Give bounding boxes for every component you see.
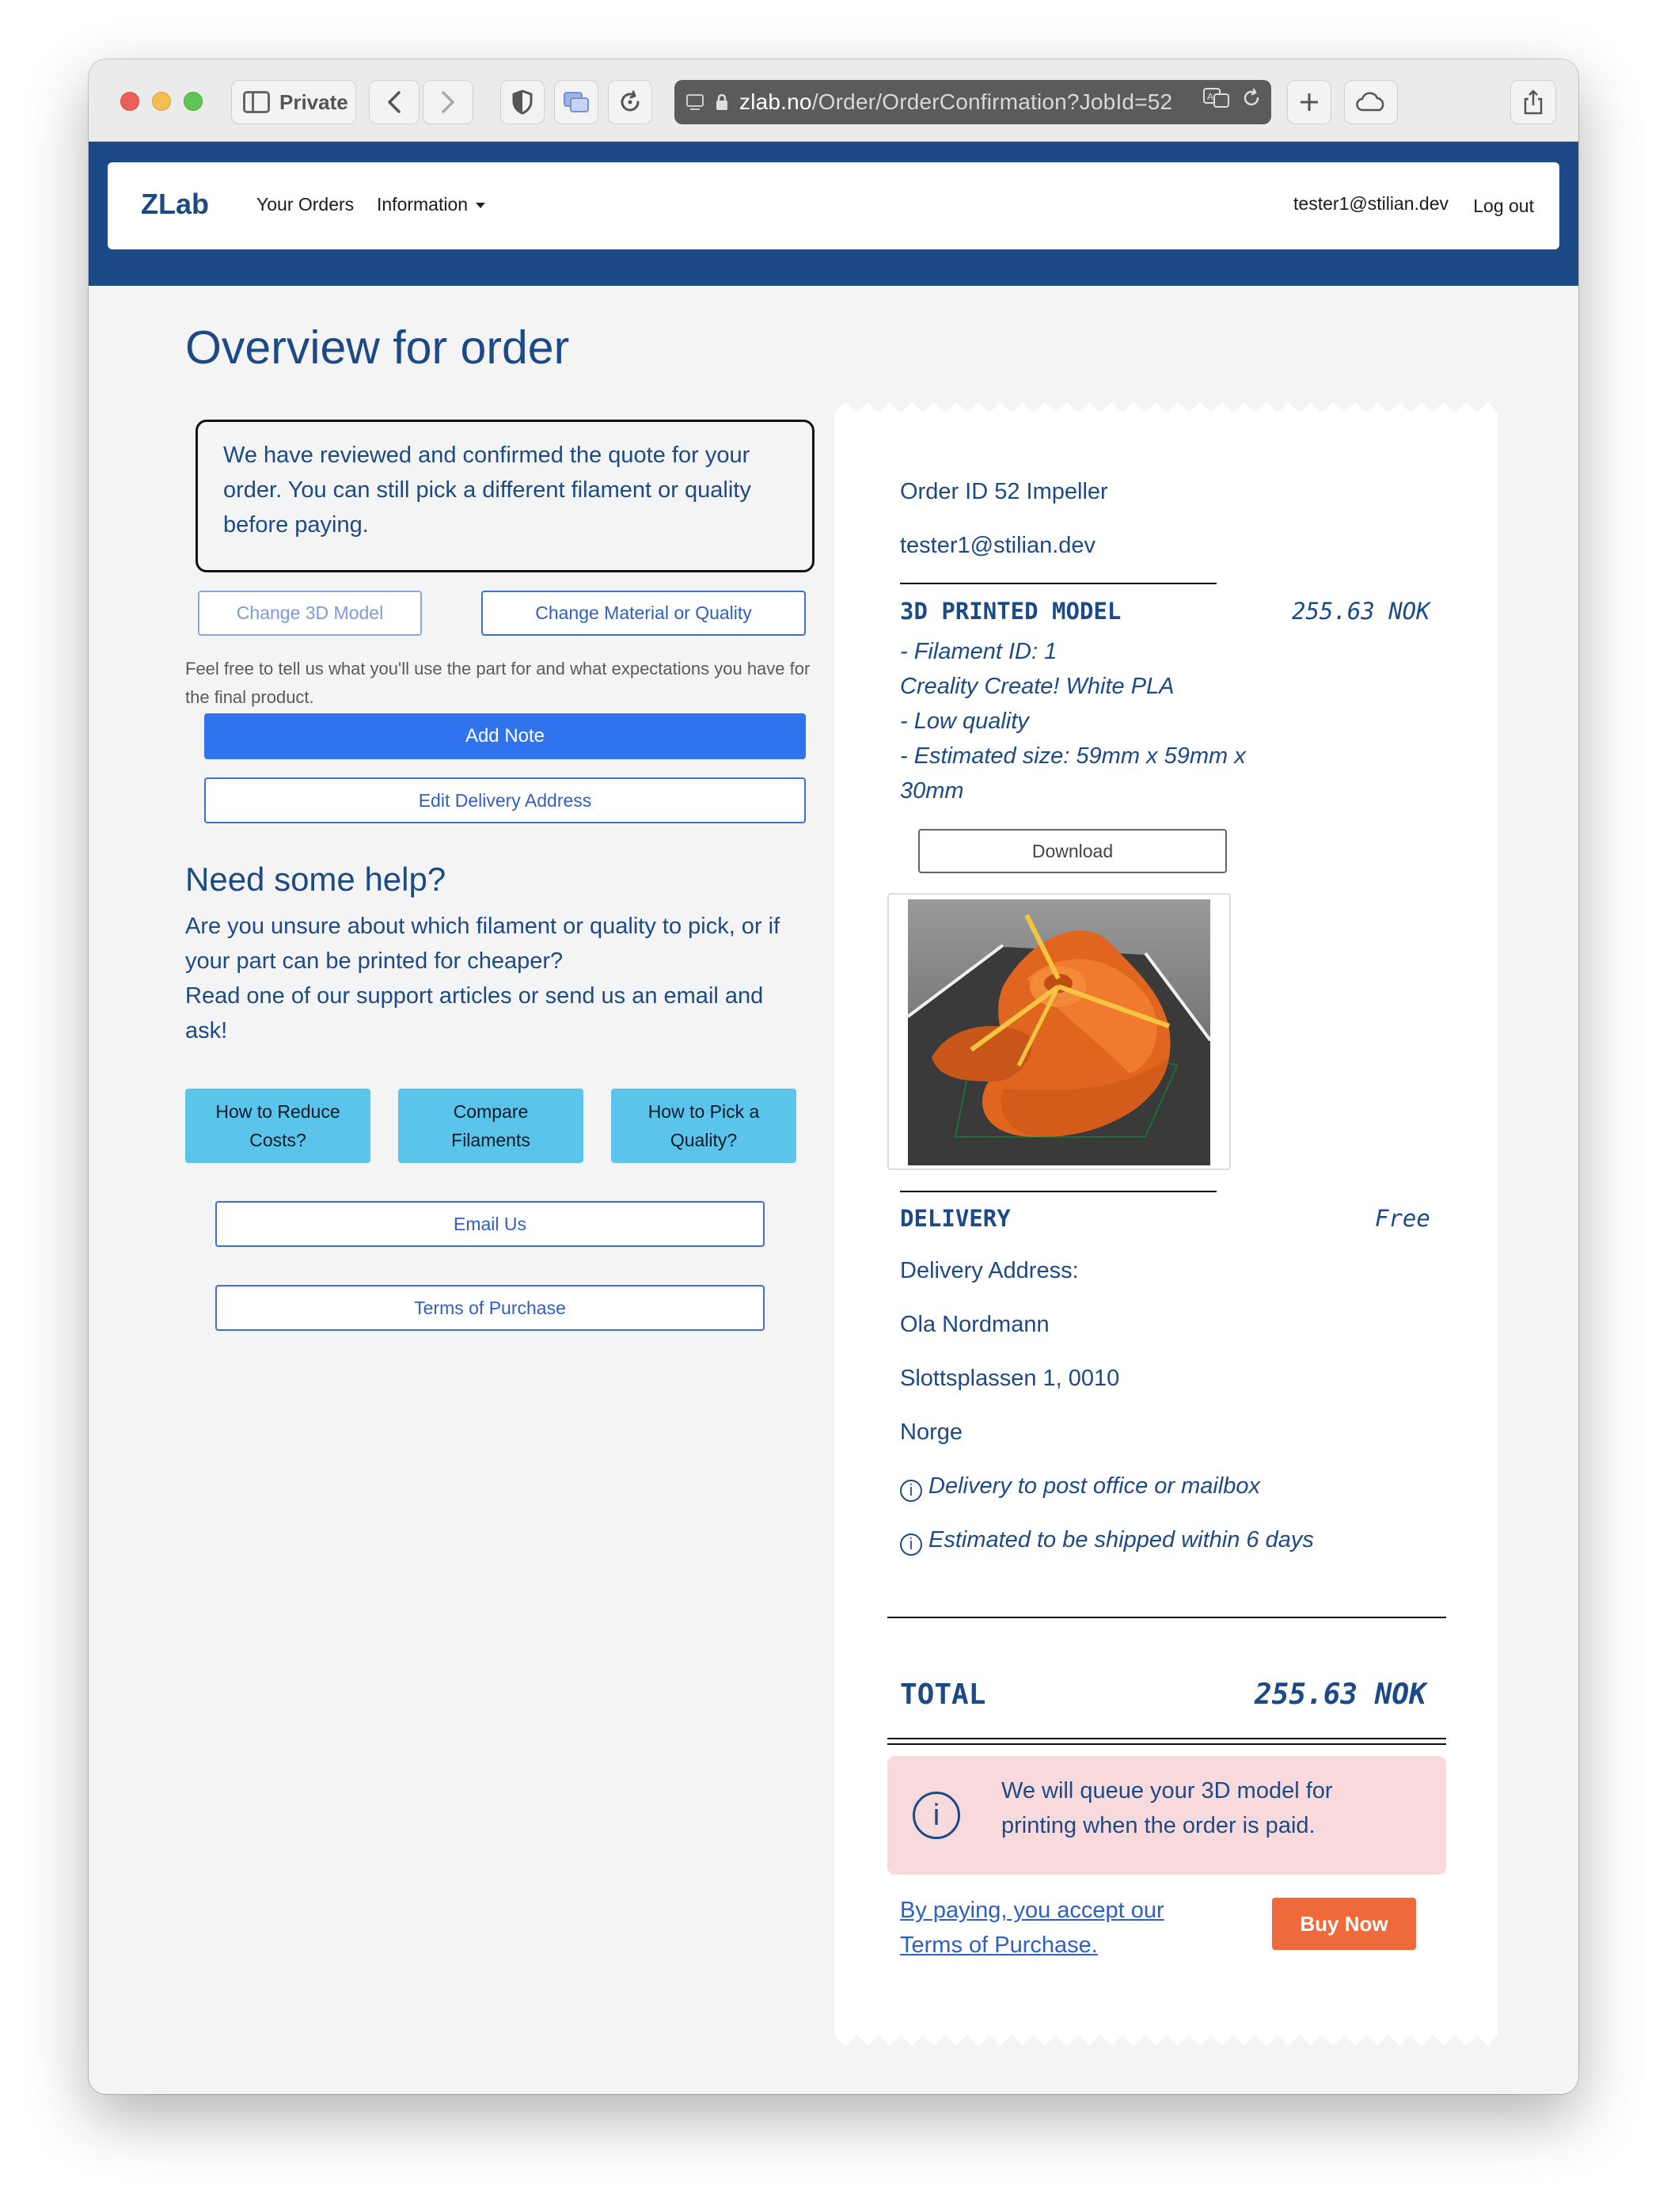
change-material-button[interactable]: Change Material or Quality <box>481 591 806 636</box>
address-bar[interactable]: zlab.no/Order/OrderConfirmation?JobId=52… <box>674 80 1271 124</box>
delivery-price: Free <box>1375 1205 1430 1232</box>
divider <box>887 1738 1446 1739</box>
help-text-line-1: Are you unsure about which filament or q… <box>185 914 780 974</box>
close-window-button[interactable] <box>120 92 139 111</box>
alert-text: We will queue your 3D model for printing… <box>1001 1778 1333 1838</box>
user-email[interactable]: tester1@stilian.dev <box>1293 193 1449 215</box>
reload-page-icon[interactable] <box>1241 88 1262 108</box>
divider <box>900 1191 1217 1192</box>
browser-toolbar: Private zlab.no/Order/OrderConfirmation?… <box>89 59 1578 142</box>
url-text: zlab.no/Order/OrderConfirmation?JobId=52 <box>739 89 1172 115</box>
page-title: Overview for order <box>185 321 570 374</box>
quality: - Low quality <box>900 709 1029 734</box>
delivery-note-2: i Estimated to be shipped within 6 days <box>900 1527 1314 1556</box>
nav-information-label: Information <box>377 194 469 215</box>
help-text: Are you unsure about which filament or q… <box>185 909 811 1048</box>
icloud-tabs-button[interactable] <box>1344 80 1398 124</box>
model-preview <box>887 893 1231 1170</box>
pick-quality-button[interactable]: How to Pick a Quality? <box>611 1089 796 1163</box>
svg-text:A: A <box>1207 91 1213 102</box>
nav-your-orders[interactable]: Your Orders <box>256 194 354 215</box>
info-icon: i <box>900 1480 922 1502</box>
payment-alert: i We will queue your 3D model for printi… <box>887 1756 1446 1875</box>
order-id: Order ID 52 Impeller <box>900 479 1108 504</box>
help-text-line-2: Read one of our support articles or send… <box>185 983 764 1043</box>
pay-terms-link[interactable]: By paying, you accept our Terms of Purch… <box>900 1893 1201 1963</box>
compare-filaments-button[interactable]: Compare Filaments <box>398 1089 583 1163</box>
estimated-size: - Estimated size: 59mm x 59mm x 30mm <box>900 743 1246 804</box>
cloud-icon <box>1356 92 1384 112</box>
lock-icon <box>716 93 727 110</box>
new-tab-button[interactable] <box>1287 80 1331 124</box>
change-3d-model-button[interactable]: Change 3D Model <box>198 591 422 636</box>
share-icon <box>1524 89 1543 115</box>
site-navbar: ZLab Your Orders Information tester1@sti… <box>108 162 1559 249</box>
translate-icon[interactable]: A <box>1203 88 1230 108</box>
url-path: /Order/OrderConfirmation?JobId=52 <box>811 89 1173 114</box>
email-us-button[interactable]: Email Us <box>215 1201 765 1247</box>
privacy-report-button[interactable] <box>500 80 545 124</box>
logout-link[interactable]: Log out <box>1473 196 1534 217</box>
info-icon: i <box>900 1534 922 1556</box>
country: Norge <box>900 1420 963 1445</box>
divider <box>887 1617 1446 1618</box>
chevron-left-icon <box>388 91 401 113</box>
divider <box>887 1743 1446 1745</box>
zoom-window-button[interactable] <box>184 92 203 111</box>
url-host: zlab.no <box>739 89 812 114</box>
total-price: 255.63 NOK <box>1255 1678 1426 1711</box>
street-address: Slottsplassen 1, 0010 <box>900 1366 1120 1391</box>
caret-down-icon <box>476 203 486 209</box>
download-button[interactable]: Download <box>918 829 1227 873</box>
shield-icon <box>512 89 533 115</box>
private-label: Private <box>279 89 348 114</box>
filament-name: Creality Create! White PLA <box>900 674 1175 699</box>
nav-information-dropdown[interactable]: Information <box>377 194 486 215</box>
edit-delivery-address-button[interactable]: Edit Delivery Address <box>204 777 806 823</box>
brand-logo[interactable]: ZLab <box>141 188 209 221</box>
reload-button[interactable] <box>608 80 652 124</box>
add-note-button[interactable]: Add Note <box>204 713 806 759</box>
delivery-note-2-text: Estimated to be shipped within 6 days <box>928 1527 1314 1553</box>
filament-id: - Filament ID: 1 <box>900 639 1058 664</box>
delivery-title: DELIVERY <box>900 1205 1011 1232</box>
buy-now-button[interactable]: Buy Now <box>1272 1898 1416 1950</box>
help-heading: Need some help? <box>185 861 446 898</box>
receipt-email: tester1@stilian.dev <box>900 533 1096 558</box>
delivery-note-1: i Delivery to post office or mailbox <box>900 1473 1260 1502</box>
note-hint: Feel free to tell us what you'll use the… <box>185 659 811 707</box>
terms-of-purchase-button[interactable]: Terms of Purchase <box>215 1285 765 1331</box>
minimize-window-button[interactable] <box>152 92 171 111</box>
impeller-render-image <box>908 899 1210 1165</box>
info-icon: i <box>913 1792 960 1839</box>
back-button[interactable] <box>369 80 420 124</box>
refresh-icon <box>621 90 640 112</box>
quote-notice: We have reviewed and confirmed the quote… <box>196 420 815 572</box>
tab-overview-button[interactable] <box>554 80 598 124</box>
divider <box>900 583 1217 584</box>
item-title: 3D PRINTED MODEL <box>900 598 1122 625</box>
model-details: - Filament ID: 1 Creality Create! White … <box>900 634 1280 808</box>
item-price: 255.63 NOK <box>1292 598 1430 625</box>
sidebar-icon <box>243 91 270 113</box>
browser-window: Private zlab.no/Order/OrderConfirmation?… <box>89 59 1578 2094</box>
sidebar-toggle-button[interactable]: Private <box>231 80 356 124</box>
tabs-icon <box>564 92 589 112</box>
total-label: TOTAL <box>900 1678 986 1711</box>
recipient-name: Ola Nordmann <box>900 1312 1050 1337</box>
share-button[interactable] <box>1510 80 1556 124</box>
receipt-zigzag-bottom <box>834 2035 1498 2046</box>
forward-button[interactable] <box>423 80 473 124</box>
page-menu-icon <box>686 94 704 110</box>
chevron-right-icon <box>442 91 454 113</box>
delivery-address-label: Delivery Address: <box>900 1258 1079 1283</box>
plus-icon <box>1301 93 1318 111</box>
delivery-note-1-text: Delivery to post office or mailbox <box>928 1473 1261 1499</box>
reduce-costs-button[interactable]: How to Reduce Costs? <box>185 1089 370 1163</box>
